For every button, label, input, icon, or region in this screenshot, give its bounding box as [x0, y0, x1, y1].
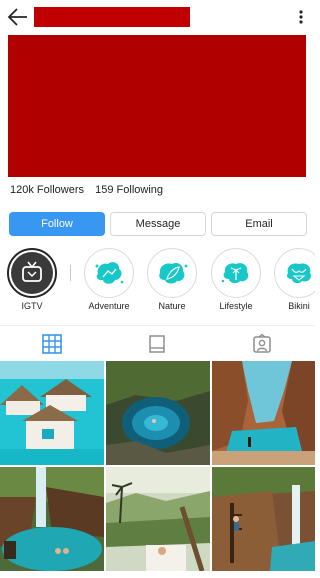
highlights-divider — [70, 265, 71, 281]
following-count[interactable]: 159 — [95, 184, 113, 196]
palm-splash-icon — [221, 263, 249, 284]
post-thumbnail[interactable] — [212, 361, 315, 465]
post-thumbnail[interactable] — [106, 467, 210, 571]
email-button[interactable]: Email — [211, 212, 307, 236]
highlight-label: Bikini — [288, 301, 310, 311]
post-image — [106, 361, 210, 465]
leaf-splash-icon — [159, 262, 188, 284]
post-image — [0, 467, 104, 571]
follow-button[interactable]: Follow — [9, 212, 105, 236]
post-image — [0, 361, 104, 465]
tab-grid[interactable] — [41, 333, 63, 355]
followers-label[interactable]: Followers — [37, 184, 84, 196]
followers-count[interactable]: 120k — [10, 184, 34, 196]
profile-tabs — [0, 325, 315, 361]
highlight-label: IGTV — [21, 301, 43, 311]
follow-button-label: Follow — [41, 218, 73, 230]
message-button[interactable]: Message — [110, 212, 206, 236]
tagged-person-icon — [253, 333, 271, 353]
post-thumbnail[interactable] — [212, 467, 315, 571]
map-splash-icon — [95, 262, 124, 284]
top-bar — [0, 0, 315, 34]
post-thumbnail[interactable] — [0, 467, 104, 571]
username-redacted — [34, 7, 190, 27]
message-button-label: Message — [135, 218, 181, 230]
grid-icon — [42, 334, 62, 354]
igtv-tab-icon — [149, 335, 165, 353]
highlight-igtv[interactable]: IGTV — [4, 248, 60, 320]
post-grid — [0, 361, 315, 578]
arrow-left-icon — [7, 8, 27, 26]
profile-bio-redacted — [8, 35, 306, 177]
profile-stats: 120k Followers 159 Following — [10, 184, 163, 196]
more-options-button[interactable] — [294, 8, 308, 26]
post-thumbnail[interactable] — [106, 361, 210, 465]
highlight-lifestyle[interactable]: Lifestyle — [208, 248, 264, 320]
highlight-bikini[interactable]: Bikini — [271, 248, 315, 320]
post-image — [212, 361, 315, 465]
email-button-label: Email — [245, 218, 273, 230]
highlight-adventure[interactable]: Adventure — [81, 248, 137, 320]
tv-icon — [22, 261, 42, 282]
post-thumbnail[interactable] — [0, 361, 104, 465]
following-label[interactable]: Following — [117, 184, 163, 196]
bikini-splash-icon — [287, 263, 311, 284]
post-image — [106, 467, 210, 571]
post-image — [212, 467, 315, 571]
vertical-dots-icon — [299, 10, 303, 24]
tab-igtv[interactable] — [146, 333, 168, 355]
story-highlights: IGTV Adventure Nature Lifestyle Bikini — [0, 248, 315, 320]
tab-tagged[interactable] — [251, 333, 273, 355]
highlight-nature[interactable]: Nature — [144, 248, 200, 320]
back-button[interactable] — [7, 7, 29, 27]
